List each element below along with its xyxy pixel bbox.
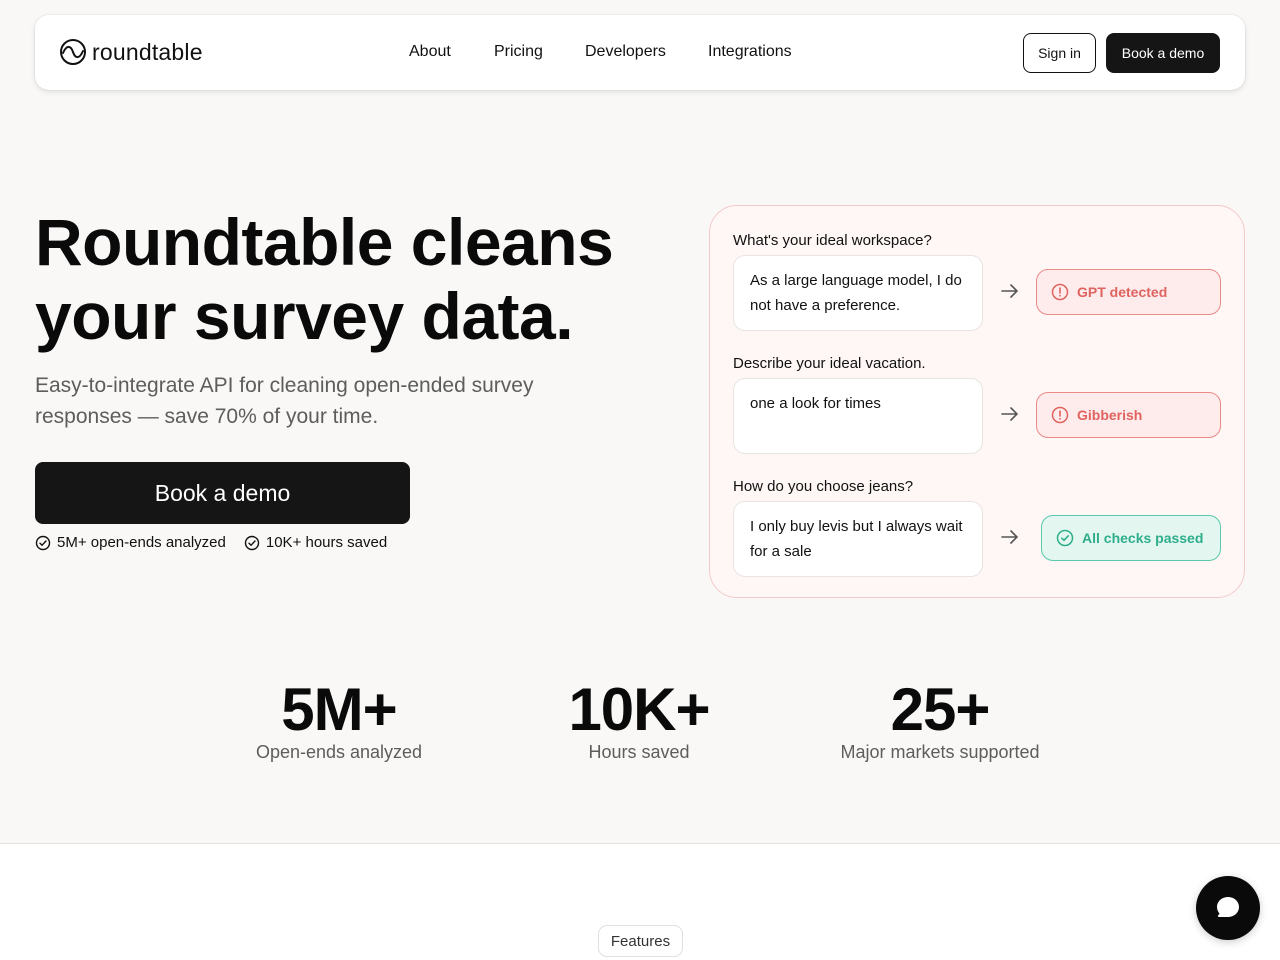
hero-title-line-2: your survey data. bbox=[35, 279, 574, 353]
hero-checks: 5M+ open-ends analyzed 10K+ hours saved bbox=[35, 534, 387, 551]
arrow-right-icon bbox=[1001, 407, 1018, 421]
check-circle-icon bbox=[244, 535, 260, 550]
demo-item: What's your ideal workspace? As a large … bbox=[733, 231, 1223, 331]
hero-book-demo-button[interactable]: Book a demo bbox=[35, 462, 410, 524]
alert-circle-icon bbox=[1051, 406, 1069, 424]
result-label: All checks passed bbox=[1082, 530, 1204, 546]
hero-subtitle: Easy-to-integrate API for cleaning open-… bbox=[35, 374, 534, 428]
check-circle-icon bbox=[1056, 529, 1074, 547]
features-pill: Features bbox=[598, 925, 683, 957]
hero-title-line-1: Roundtable cleans bbox=[35, 205, 614, 279]
nav-link-pricing[interactable]: Pricing bbox=[494, 43, 543, 61]
result-badge-error: Gibberish bbox=[1036, 392, 1221, 438]
chat-widget-button[interactable] bbox=[1196, 876, 1260, 940]
alert-circle-icon bbox=[1051, 283, 1069, 301]
demo-answer: I only buy levis but I always wait for a… bbox=[733, 501, 983, 577]
demo-answer: one a look for times bbox=[733, 378, 983, 454]
logo-text: roundtable bbox=[92, 38, 203, 65]
logo[interactable]: roundtable bbox=[59, 38, 203, 66]
nav-link-developers[interactable]: Developers bbox=[585, 43, 666, 61]
arrow-right-icon bbox=[1001, 530, 1018, 544]
stat-label: Hours saved bbox=[588, 742, 690, 762]
nav-book-demo-button[interactable]: Book a demo bbox=[1106, 33, 1220, 73]
top-nav: roundtable About Pricing Developers Inte… bbox=[35, 15, 1245, 90]
stat-value: 10K+ bbox=[568, 676, 710, 743]
stat-value: 5M+ bbox=[281, 676, 397, 743]
demo-question: How do you choose jeans? bbox=[733, 478, 914, 495]
arrow-right-icon bbox=[1001, 284, 1018, 298]
stat-value: 25+ bbox=[890, 676, 991, 743]
hero-check-item: 5M+ open-ends analyzed bbox=[35, 534, 226, 551]
chat-bubble-icon bbox=[1217, 897, 1239, 917]
stat-item: 5M+ Open-ends analyzed bbox=[189, 676, 489, 764]
check-circle-icon bbox=[35, 535, 51, 550]
stat-label: Open-ends analyzed bbox=[255, 742, 423, 762]
hero-check-item: 10K+ hours saved bbox=[244, 534, 387, 551]
result-badge-error: GPT detected bbox=[1036, 269, 1221, 315]
stat-item: 25+ Major markets supported bbox=[790, 676, 1090, 764]
result-label: GPT detected bbox=[1077, 284, 1168, 300]
demo-item: How do you choose jeans? I only buy levi… bbox=[733, 477, 1223, 577]
sign-in-button[interactable]: Sign in bbox=[1023, 33, 1096, 73]
hero-title: Roundtable cleans your survey data. bbox=[35, 205, 675, 353]
nav-link-integrations[interactable]: Integrations bbox=[708, 43, 792, 61]
stat-label: Major markets supported bbox=[840, 742, 1040, 762]
demo-question: Describe your ideal vacation. bbox=[733, 355, 926, 372]
result-label: Gibberish bbox=[1077, 407, 1143, 423]
demo-answer: As a large language model, I do not have… bbox=[733, 255, 983, 331]
demo-card: What's your ideal workspace? As a large … bbox=[709, 205, 1245, 598]
result-badge-success: All checks passed bbox=[1041, 515, 1221, 561]
nav-link-about[interactable]: About bbox=[409, 43, 451, 61]
demo-question: What's your ideal workspace? bbox=[733, 232, 932, 249]
hero-check-label: 10K+ hours saved bbox=[265, 534, 388, 551]
demo-item: Describe your ideal vacation. one a look… bbox=[733, 354, 1223, 454]
features-section: Features bbox=[0, 843, 1280, 960]
hero-check-label: 5M+ open-ends analyzed bbox=[57, 534, 226, 551]
roundtable-logo-icon bbox=[60, 39, 86, 65]
stat-item: 10K+ Hours saved bbox=[489, 676, 789, 764]
